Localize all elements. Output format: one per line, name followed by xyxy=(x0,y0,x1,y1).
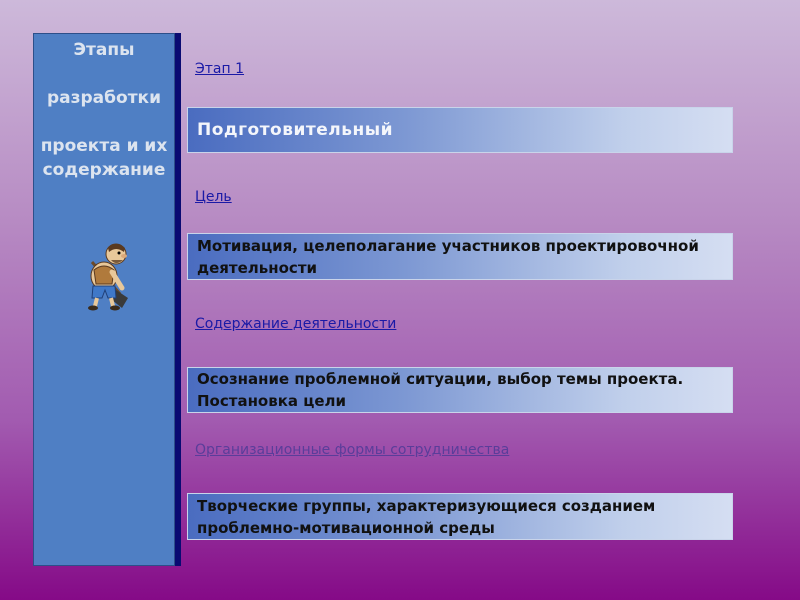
goal-value-box: Мотивация, целеполагание участников прое… xyxy=(187,233,733,280)
content-value-box: Осознание проблемной ситуации, выбор тем… xyxy=(187,367,733,413)
forms-value-box: Творческие группы, характеризующиеся соз… xyxy=(187,493,733,540)
sidebar-title-line3: проекта и их содержание xyxy=(40,136,168,180)
goal-link[interactable]: Цель xyxy=(195,189,232,205)
sidebar-divider xyxy=(175,33,181,566)
stage-value: Подготовительный xyxy=(197,120,394,140)
content-value: Осознание проблемной ситуации, выбор тем… xyxy=(197,370,684,410)
goal-value: Мотивация, целеполагание участников прое… xyxy=(197,236,699,277)
sidebar-title-line1: Этапы xyxy=(73,40,135,60)
sidebar-title: Этапы разработки проекта и их содержание xyxy=(34,34,174,182)
forms-value: Творческие группы, характеризующиеся соз… xyxy=(197,496,656,537)
digger-mascot-icon xyxy=(88,243,128,311)
sidebar-title-line2: разработки xyxy=(46,88,161,108)
content-link[interactable]: Содержание деятельности xyxy=(195,316,396,332)
stage-value-box: Подготовительный xyxy=(187,107,733,153)
stage-link[interactable]: Этап 1 xyxy=(195,61,244,77)
forms-link[interactable]: Организационные формы сотрудничества xyxy=(195,442,509,458)
